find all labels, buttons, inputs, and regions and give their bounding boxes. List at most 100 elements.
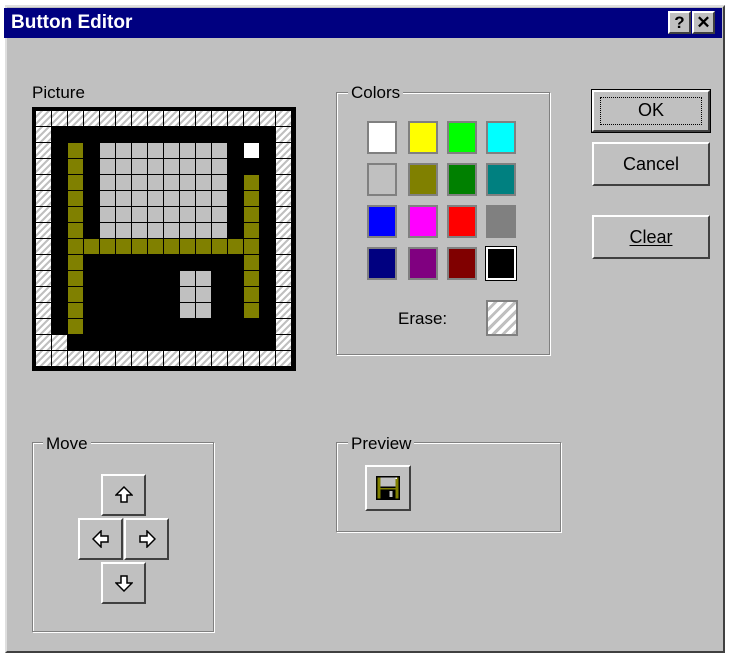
picture-cell[interactable] bbox=[244, 335, 259, 350]
picture-cell[interactable] bbox=[100, 255, 115, 270]
picture-cell[interactable] bbox=[180, 111, 195, 126]
picture-cell[interactable] bbox=[36, 111, 51, 126]
picture-cell[interactable] bbox=[212, 127, 227, 142]
picture-cell[interactable] bbox=[164, 127, 179, 142]
picture-cell[interactable] bbox=[228, 191, 243, 206]
picture-cell[interactable] bbox=[212, 255, 227, 270]
picture-cell[interactable] bbox=[196, 319, 211, 334]
picture-cell[interactable] bbox=[100, 143, 115, 158]
picture-cell[interactable] bbox=[52, 159, 67, 174]
picture-cell[interactable] bbox=[52, 111, 67, 126]
picture-cell[interactable] bbox=[132, 111, 147, 126]
color-swatch[interactable] bbox=[367, 247, 397, 280]
picture-cell[interactable] bbox=[228, 335, 243, 350]
picture-cell[interactable] bbox=[212, 223, 227, 238]
picture-cell[interactable] bbox=[148, 127, 163, 142]
picture-cell[interactable] bbox=[132, 303, 147, 318]
picture-cell[interactable] bbox=[68, 159, 83, 174]
picture-cell[interactable] bbox=[100, 351, 115, 366]
color-swatch[interactable] bbox=[367, 205, 397, 238]
picture-cell[interactable] bbox=[52, 271, 67, 286]
picture-cell[interactable] bbox=[276, 159, 291, 174]
move-up-button[interactable] bbox=[101, 474, 146, 516]
picture-cell[interactable] bbox=[196, 191, 211, 206]
picture-cell[interactable] bbox=[52, 303, 67, 318]
picture-cell[interactable] bbox=[68, 319, 83, 334]
picture-cell[interactable] bbox=[260, 239, 275, 254]
picture-cell[interactable] bbox=[196, 335, 211, 350]
picture-cell[interactable] bbox=[36, 207, 51, 222]
ok-button[interactable]: OK bbox=[591, 89, 711, 133]
color-swatch[interactable] bbox=[408, 205, 438, 238]
picture-cell[interactable] bbox=[244, 159, 259, 174]
picture-cell[interactable] bbox=[212, 191, 227, 206]
picture-cell[interactable] bbox=[164, 111, 179, 126]
picture-cell[interactable] bbox=[212, 159, 227, 174]
color-swatch[interactable] bbox=[447, 247, 477, 280]
picture-cell[interactable] bbox=[52, 127, 67, 142]
picture-cell[interactable] bbox=[36, 223, 51, 238]
picture-cell[interactable] bbox=[228, 239, 243, 254]
color-swatch[interactable] bbox=[485, 246, 517, 281]
picture-cell[interactable] bbox=[68, 255, 83, 270]
picture-cell[interactable] bbox=[228, 111, 243, 126]
picture-cell[interactable] bbox=[196, 303, 211, 318]
picture-cell[interactable] bbox=[84, 303, 99, 318]
picture-cell[interactable] bbox=[180, 255, 195, 270]
picture-cell[interactable] bbox=[228, 207, 243, 222]
picture-cell[interactable] bbox=[212, 207, 227, 222]
picture-cell[interactable] bbox=[276, 287, 291, 302]
picture-cell[interactable] bbox=[100, 303, 115, 318]
picture-cell[interactable] bbox=[148, 111, 163, 126]
picture-cell[interactable] bbox=[132, 127, 147, 142]
picture-cell[interactable] bbox=[276, 207, 291, 222]
picture-cell[interactable] bbox=[196, 127, 211, 142]
picture-cell[interactable] bbox=[228, 351, 243, 366]
picture-cell[interactable] bbox=[228, 303, 243, 318]
picture-cell[interactable] bbox=[260, 255, 275, 270]
picture-cell[interactable] bbox=[260, 127, 275, 142]
picture-cell[interactable] bbox=[180, 127, 195, 142]
picture-cell[interactable] bbox=[212, 239, 227, 254]
picture-cell[interactable] bbox=[196, 207, 211, 222]
picture-cell[interactable] bbox=[132, 191, 147, 206]
picture-cell[interactable] bbox=[100, 319, 115, 334]
picture-cell[interactable] bbox=[164, 287, 179, 302]
picture-cell[interactable] bbox=[228, 127, 243, 142]
picture-cell[interactable] bbox=[244, 223, 259, 238]
picture-cell[interactable] bbox=[148, 159, 163, 174]
picture-cell[interactable] bbox=[132, 207, 147, 222]
picture-cell[interactable] bbox=[212, 303, 227, 318]
picture-cell[interactable] bbox=[196, 351, 211, 366]
picture-cell[interactable] bbox=[84, 239, 99, 254]
color-swatch[interactable] bbox=[486, 163, 516, 196]
picture-cell[interactable] bbox=[164, 175, 179, 190]
picture-cell[interactable] bbox=[132, 319, 147, 334]
picture-cell[interactable] bbox=[276, 255, 291, 270]
picture-cell[interactable] bbox=[36, 175, 51, 190]
picture-cell[interactable] bbox=[164, 191, 179, 206]
picture-cell[interactable] bbox=[276, 271, 291, 286]
close-button[interactable]: ✕ bbox=[692, 11, 715, 34]
picture-cell[interactable] bbox=[180, 239, 195, 254]
picture-cell[interactable] bbox=[260, 271, 275, 286]
picture-cell[interactable] bbox=[52, 223, 67, 238]
picture-cell[interactable] bbox=[100, 127, 115, 142]
picture-cell[interactable] bbox=[84, 111, 99, 126]
picture-cell[interactable] bbox=[84, 175, 99, 190]
picture-cell[interactable] bbox=[148, 319, 163, 334]
picture-cell[interactable] bbox=[228, 175, 243, 190]
picture-cell[interactable] bbox=[180, 207, 195, 222]
picture-cell[interactable] bbox=[260, 223, 275, 238]
color-swatch[interactable] bbox=[447, 163, 477, 196]
picture-cell[interactable] bbox=[276, 351, 291, 366]
color-swatch[interactable] bbox=[367, 163, 397, 196]
picture-cell[interactable] bbox=[244, 111, 259, 126]
picture-cell[interactable] bbox=[212, 111, 227, 126]
picture-cell[interactable] bbox=[100, 191, 115, 206]
picture-cell[interactable] bbox=[164, 239, 179, 254]
picture-cell[interactable] bbox=[228, 255, 243, 270]
picture-grid[interactable] bbox=[32, 107, 296, 371]
color-swatch[interactable] bbox=[367, 121, 397, 154]
picture-cell[interactable] bbox=[212, 319, 227, 334]
